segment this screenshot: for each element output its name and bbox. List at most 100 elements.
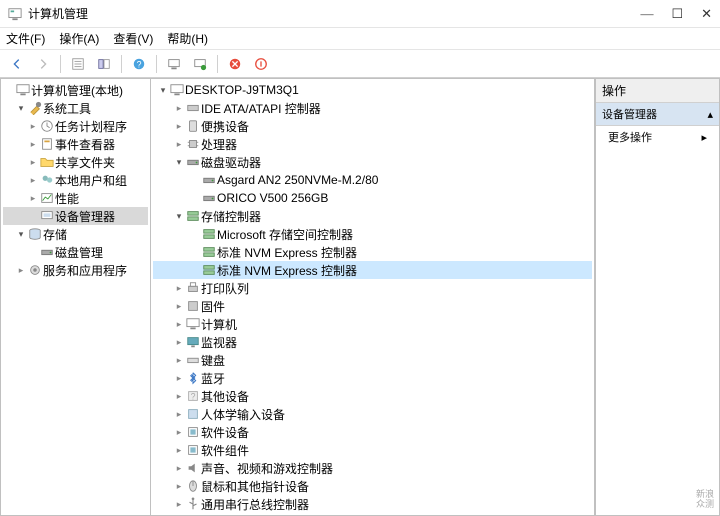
expand-icon[interactable] xyxy=(27,174,39,186)
cat-mouse[interactable]: 鼠标和其他指针设备 xyxy=(153,477,592,495)
nav-tasksched[interactable]: 任务计划程序 xyxy=(3,117,148,135)
actions-more[interactable]: 更多操作 ▸ xyxy=(596,126,719,148)
collapse-icon[interactable] xyxy=(15,228,27,240)
expand-icon[interactable] xyxy=(173,408,185,420)
disk-icon xyxy=(202,173,216,187)
close-button[interactable]: ✕ xyxy=(701,6,712,22)
cat-monitor[interactable]: 监视器 xyxy=(153,333,592,351)
cat-ide[interactable]: IDE ATA/ATAPI 控制器 xyxy=(153,99,592,117)
sw-icon xyxy=(186,443,200,457)
expand-icon[interactable] xyxy=(27,138,39,150)
collapse-icon[interactable] xyxy=(173,210,185,222)
cat-cpu[interactable]: 处理器 xyxy=(153,135,592,153)
disk-orico[interactable]: ORICO V500 256GB xyxy=(153,189,592,207)
maximize-button[interactable]: ☐ xyxy=(671,6,683,22)
label: 存储控制器 xyxy=(201,208,261,225)
nav-diskmgmt[interactable]: 磁盘管理 xyxy=(3,243,148,261)
nav-root[interactable]: 计算机管理(本地) xyxy=(3,81,148,99)
expand-icon[interactable] xyxy=(173,498,185,510)
expand-icon[interactable] xyxy=(27,120,39,132)
spacer xyxy=(27,210,39,222)
storctl-nvme1[interactable]: 标准 NVM Express 控制器 xyxy=(153,243,592,261)
menu-help[interactable]: 帮助(H) xyxy=(167,30,208,47)
expand-icon[interactable] xyxy=(173,426,185,438)
cat-storagectl[interactable]: 存储控制器 xyxy=(153,207,592,225)
label: IDE ATA/ATAPI 控制器 xyxy=(201,100,321,117)
forward-button[interactable] xyxy=(32,53,54,75)
disable-button[interactable] xyxy=(224,53,246,75)
expand-icon[interactable] xyxy=(27,192,39,204)
help-button[interactable]: ? xyxy=(128,53,150,75)
device-root[interactable]: DESKTOP-J9TM3Q1 xyxy=(153,81,592,99)
device-tree: DESKTOP-J9TM3Q1 IDE ATA/ATAPI 控制器便携设备处理器磁… xyxy=(150,78,595,516)
expand-icon[interactable] xyxy=(173,354,185,366)
cat-swdev[interactable]: 软件设备 xyxy=(153,423,592,441)
label: 软件组件 xyxy=(201,442,249,459)
label: DESKTOP-J9TM3Q1 xyxy=(185,83,299,97)
cat-portable[interactable]: 便携设备 xyxy=(153,117,592,135)
label: 人体学输入设备 xyxy=(201,406,285,423)
expand-icon[interactable] xyxy=(173,318,185,330)
actions-selected[interactable]: 设备管理器 ▴ xyxy=(596,103,719,126)
folder-icon xyxy=(40,155,54,169)
expand-icon[interactable] xyxy=(173,372,185,384)
properties-button[interactable] xyxy=(67,53,89,75)
label: Microsoft 存储空间控制器 xyxy=(217,226,353,243)
menu-view[interactable]: 查看(V) xyxy=(113,30,153,47)
cat-keyboard[interactable]: 键盘 xyxy=(153,351,592,369)
minimize-button[interactable]: — xyxy=(640,6,653,22)
nav-services[interactable]: 服务和应用程序 xyxy=(3,261,148,279)
titlebar: 计算机管理 — ☐ ✕ xyxy=(0,0,720,28)
collapse-icon[interactable] xyxy=(173,156,185,168)
nav-eventvwr[interactable]: 事件查看器 xyxy=(3,135,148,153)
back-button[interactable] xyxy=(6,53,28,75)
storctl-nvme2[interactable]: 标准 NVM Express 控制器 xyxy=(153,261,592,279)
label: 蓝牙 xyxy=(201,370,225,387)
cat-printq[interactable]: 打印队列 xyxy=(153,279,592,297)
storctl-ms[interactable]: Microsoft 存储空间控制器 xyxy=(153,225,592,243)
nav-perf[interactable]: 性能 xyxy=(3,189,148,207)
spacer xyxy=(189,174,201,186)
clock-icon xyxy=(40,119,54,133)
cat-other[interactable]: ?其他设备 xyxy=(153,387,592,405)
expand-icon[interactable] xyxy=(27,156,39,168)
expand-icon[interactable] xyxy=(173,462,185,474)
expand-icon[interactable] xyxy=(173,282,185,294)
expand-icon[interactable] xyxy=(173,390,185,402)
show-hide-button[interactable] xyxy=(93,53,115,75)
menu-action[interactable]: 操作(A) xyxy=(59,30,99,47)
nav-shared[interactable]: 共享文件夹 xyxy=(3,153,148,171)
cat-sound[interactable]: 声音、视频和游戏控制器 xyxy=(153,459,592,477)
cat-swcomp[interactable]: 软件组件 xyxy=(153,441,592,459)
update-button[interactable] xyxy=(189,53,211,75)
menubar: 文件(F) 操作(A) 查看(V) 帮助(H) xyxy=(0,28,720,50)
nav-devmgr[interactable]: 设备管理器 xyxy=(3,207,148,225)
cat-diskdrive[interactable]: 磁盘驱动器 xyxy=(153,153,592,171)
cat-hid[interactable]: 人体学输入设备 xyxy=(153,405,592,423)
nav-localusers[interactable]: 本地用户和组 xyxy=(3,171,148,189)
tools-icon xyxy=(28,101,42,115)
cat-bluetooth[interactable]: 蓝牙 xyxy=(153,369,592,387)
uninstall-button[interactable] xyxy=(250,53,272,75)
expand-icon[interactable] xyxy=(173,480,185,492)
expand-icon[interactable] xyxy=(173,444,185,456)
collapse-icon[interactable] xyxy=(15,102,27,114)
expand-icon[interactable] xyxy=(173,300,185,312)
main-area: 计算机管理(本地) 系统工具 任务计划程序 事件查看器 共享文件夹 xyxy=(0,78,720,516)
scan-button[interactable] xyxy=(163,53,185,75)
cat-firmware[interactable]: 固件 xyxy=(153,297,592,315)
expand-icon[interactable] xyxy=(173,336,185,348)
cat-usb[interactable]: 通用串行总线控制器 xyxy=(153,495,592,513)
expand-icon[interactable] xyxy=(173,120,185,132)
disk-asgard[interactable]: Asgard AN2 250NVMe-M.2/80 xyxy=(153,171,592,189)
menu-file[interactable]: 文件(F) xyxy=(6,30,45,47)
expand-icon[interactable] xyxy=(15,264,27,276)
collapse-icon[interactable] xyxy=(157,84,169,96)
label: 其他设备 xyxy=(201,388,249,405)
expand-icon[interactable] xyxy=(173,138,185,150)
label: 计算机 xyxy=(201,316,237,333)
nav-storage[interactable]: 存储 xyxy=(3,225,148,243)
cat-computer[interactable]: 计算机 xyxy=(153,315,592,333)
nav-systools[interactable]: 系统工具 xyxy=(3,99,148,117)
expand-icon[interactable] xyxy=(173,102,185,114)
